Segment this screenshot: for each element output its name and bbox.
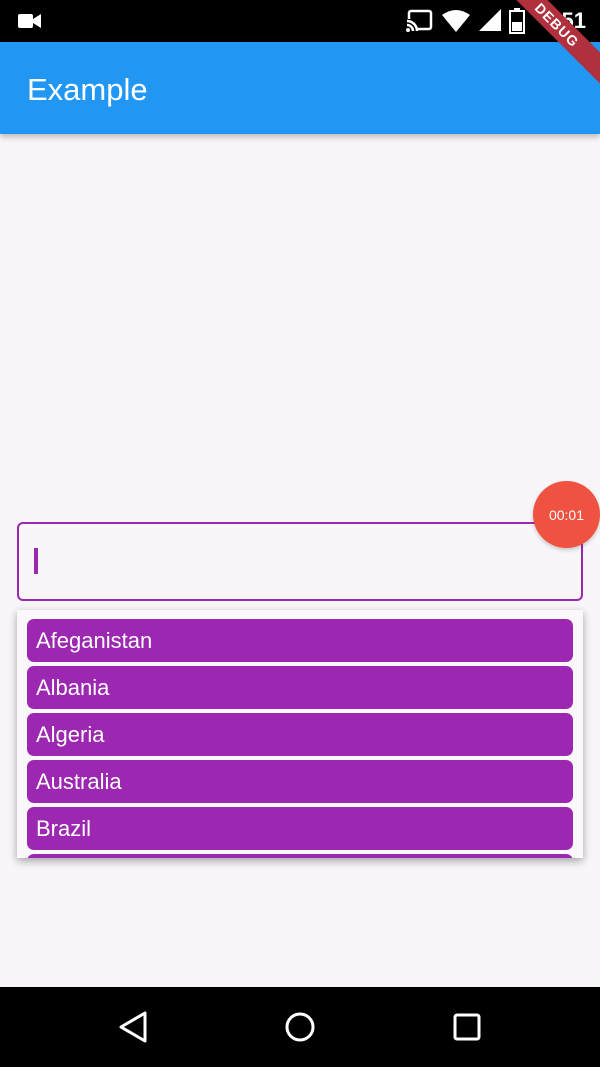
suggestions-list[interactable]: Afeganistan Albania Algeria Australia Br…: [17, 610, 583, 858]
list-item[interactable]: Algeria: [27, 713, 573, 756]
search-input[interactable]: [17, 522, 583, 601]
timer-badge: 00:01: [533, 481, 600, 548]
recents-button[interactable]: [447, 1007, 487, 1047]
home-icon: [285, 1012, 315, 1042]
list-item[interactable]: Brazil: [27, 807, 573, 850]
list-item[interactable]: Albania: [27, 666, 573, 709]
videocam-icon: [18, 14, 41, 28]
battery-icon: [509, 8, 525, 34]
list-item[interactable]: [27, 854, 573, 858]
back-icon: [119, 1011, 147, 1043]
signal-icon: [479, 9, 501, 31]
home-button[interactable]: [280, 1007, 320, 1047]
cast-icon: [405, 9, 433, 33]
list-item[interactable]: Australia: [27, 760, 573, 803]
list-item[interactable]: Afeganistan: [27, 619, 573, 662]
status-bar: 6:51: [0, 0, 600, 42]
app-bar: Example: [0, 42, 600, 134]
page-title: Example: [27, 72, 148, 107]
back-button[interactable]: [113, 1007, 153, 1047]
system-icons: [405, 8, 525, 34]
recents-icon: [453, 1013, 481, 1041]
wifi-icon: [442, 10, 470, 32]
text-cursor: [34, 548, 38, 574]
navigation-bar: [0, 987, 600, 1067]
